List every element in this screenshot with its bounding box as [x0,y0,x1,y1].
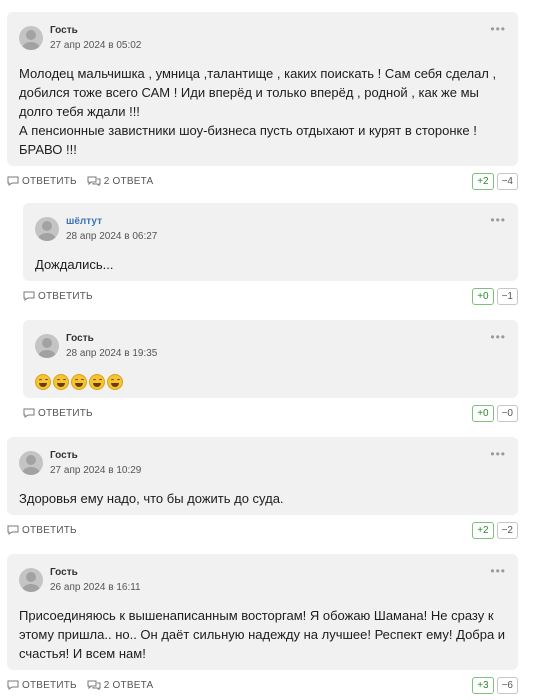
more-options-icon[interactable]: ••• [490,331,506,343]
reply-button[interactable]: ОТВЕТИТЬ [7,525,77,536]
comment: Гость 27 апр 2024 в 05:02 ••• Молодец ма… [7,12,518,196]
comment-date: 27 апр 2024 в 10:29 [50,464,142,476]
replies-count: 2 ОТВЕТА [103,679,154,691]
more-options-icon[interactable]: ••• [490,565,506,577]
comment-date: 28 апр 2024 в 19:35 [66,347,158,359]
vote-group: +2 −4 [472,173,518,190]
comment-text: Присоединяюсь к вышенаписанным восторгам… [19,608,506,661]
reply-label: ОТВЕТИТЬ [38,290,93,302]
comment-actions: ОТВЕТИТЬ 2 ОТВЕТА +2 −4 [7,166,518,196]
avatar [19,26,43,50]
comment-author[interactable]: Гость [50,566,141,580]
show-replies-button[interactable]: 2 ОТВЕТА [87,176,154,187]
comment-actions: ОТВЕТИТЬ +0 −1 [23,281,518,311]
comment-header: Гость 26 апр 2024 в 16:11 [19,566,506,594]
comment: Гость 27 апр 2024 в 10:29 ••• Здоровья е… [7,437,518,545]
rolling-on-floor-laughing-emoji [71,374,87,390]
upvote-button[interactable]: +2 [472,173,494,190]
reply-comment: шёлтут 28 апр 2024 в 06:27 ••• Дождались… [23,203,518,311]
comment-actions: ОТВЕТИТЬ +2 −2 [7,515,518,545]
replies-count: 2 ОТВЕТА [103,175,154,187]
comment-actions: ОТВЕТИТЬ 2 ОТВЕТА +3 −6 [7,670,518,700]
comment-header: Гость 27 апр 2024 в 10:29 [19,449,506,477]
rolling-on-floor-laughing-emoji [35,374,51,390]
reply-icon [7,680,19,690]
avatar [19,451,43,475]
downvote-button[interactable]: −6 [496,677,518,694]
more-options-icon[interactable]: ••• [490,214,506,226]
reply-button[interactable]: ОТВЕТИТЬ [7,176,77,187]
vote-group: +2 −2 [472,522,518,539]
comments-icon [87,176,101,186]
reply-icon [23,408,35,418]
comment-emojis [35,372,506,392]
comment-text: Молодец мальчишка , умница ,талантище , … [19,66,497,157]
comment-actions: ОТВЕТИТЬ +0 −0 [23,398,518,428]
comments-icon [87,680,101,690]
avatar [35,217,59,241]
reply-button[interactable]: ОТВЕТИТЬ [23,408,93,419]
comment-card: Гость 27 апр 2024 в 10:29 ••• Здоровья е… [7,437,518,515]
comment-card: Гость 27 апр 2024 в 05:02 ••• Молодец ма… [7,12,518,166]
more-options-icon[interactable]: ••• [490,448,506,460]
reply-label: ОТВЕТИТЬ [38,407,93,419]
comment-card: Гость 28 апр 2024 в 19:35 ••• [23,320,518,398]
comment-card: Гость 26 апр 2024 в 16:11 ••• Присоединя… [7,554,518,670]
comment-author[interactable]: Гость [66,332,157,346]
reply-icon [23,291,35,301]
downvote-button[interactable]: −4 [496,173,518,190]
comment-card: шёлтут 28 апр 2024 в 06:27 ••• Дождались… [23,203,518,281]
avatar [35,334,59,358]
comment: Гость 26 апр 2024 в 16:11 ••• Присоединя… [7,554,518,700]
reply-label: ОТВЕТИТЬ [22,679,77,691]
show-replies-button[interactable]: 2 ОТВЕТА [87,680,154,691]
upvote-button[interactable]: +3 [472,677,494,694]
comment-header: шёлтут 28 апр 2024 в 06:27 [35,215,506,243]
comment-date: 26 апр 2024 в 16:11 [50,581,141,593]
comment-header: Гость 28 апр 2024 в 19:35 [35,332,506,360]
upvote-button[interactable]: +2 [472,522,494,539]
reply-button[interactable]: ОТВЕТИТЬ [7,680,77,691]
reply-button[interactable]: ОТВЕТИТЬ [23,291,93,302]
comment-text: Здоровья ему надо, что бы дожить до суда… [19,491,284,506]
reply-label: ОТВЕТИТЬ [22,524,77,536]
downvote-button[interactable]: −2 [496,522,518,539]
rolling-on-floor-laughing-emoji [89,374,105,390]
upvote-button[interactable]: +0 [472,405,494,422]
comment-author[interactable]: Гость [50,449,141,463]
comment-date: 28 апр 2024 в 06:27 [66,230,158,242]
comment-author[interactable]: Гость [50,24,141,38]
avatar [19,568,43,592]
vote-group: +0 −1 [472,288,518,305]
rolling-on-floor-laughing-emoji [107,374,123,390]
reply-icon [7,176,19,186]
reply-icon [7,525,19,535]
upvote-button[interactable]: +0 [472,288,494,305]
comment-feed: Гость 27 апр 2024 в 05:02 ••• Молодец ма… [0,0,533,700]
more-options-icon[interactable]: ••• [490,23,506,35]
comment-date: 27 апр 2024 в 05:02 [50,39,142,51]
comment-header: Гость 27 апр 2024 в 05:02 [19,24,506,52]
vote-group: +0 −0 [472,405,518,422]
reply-label: ОТВЕТИТЬ [22,175,77,187]
reply-comment: Гость 28 апр 2024 в 19:35 ••• ОТВЕТИТЬ +… [23,320,518,428]
comment-text: Дождались... [35,257,114,272]
rolling-on-floor-laughing-emoji [53,374,69,390]
comment-author[interactable]: шёлтут [66,215,157,229]
vote-group: +3 −6 [472,677,518,694]
downvote-button[interactable]: −1 [496,288,518,305]
downvote-button[interactable]: −0 [496,405,518,422]
